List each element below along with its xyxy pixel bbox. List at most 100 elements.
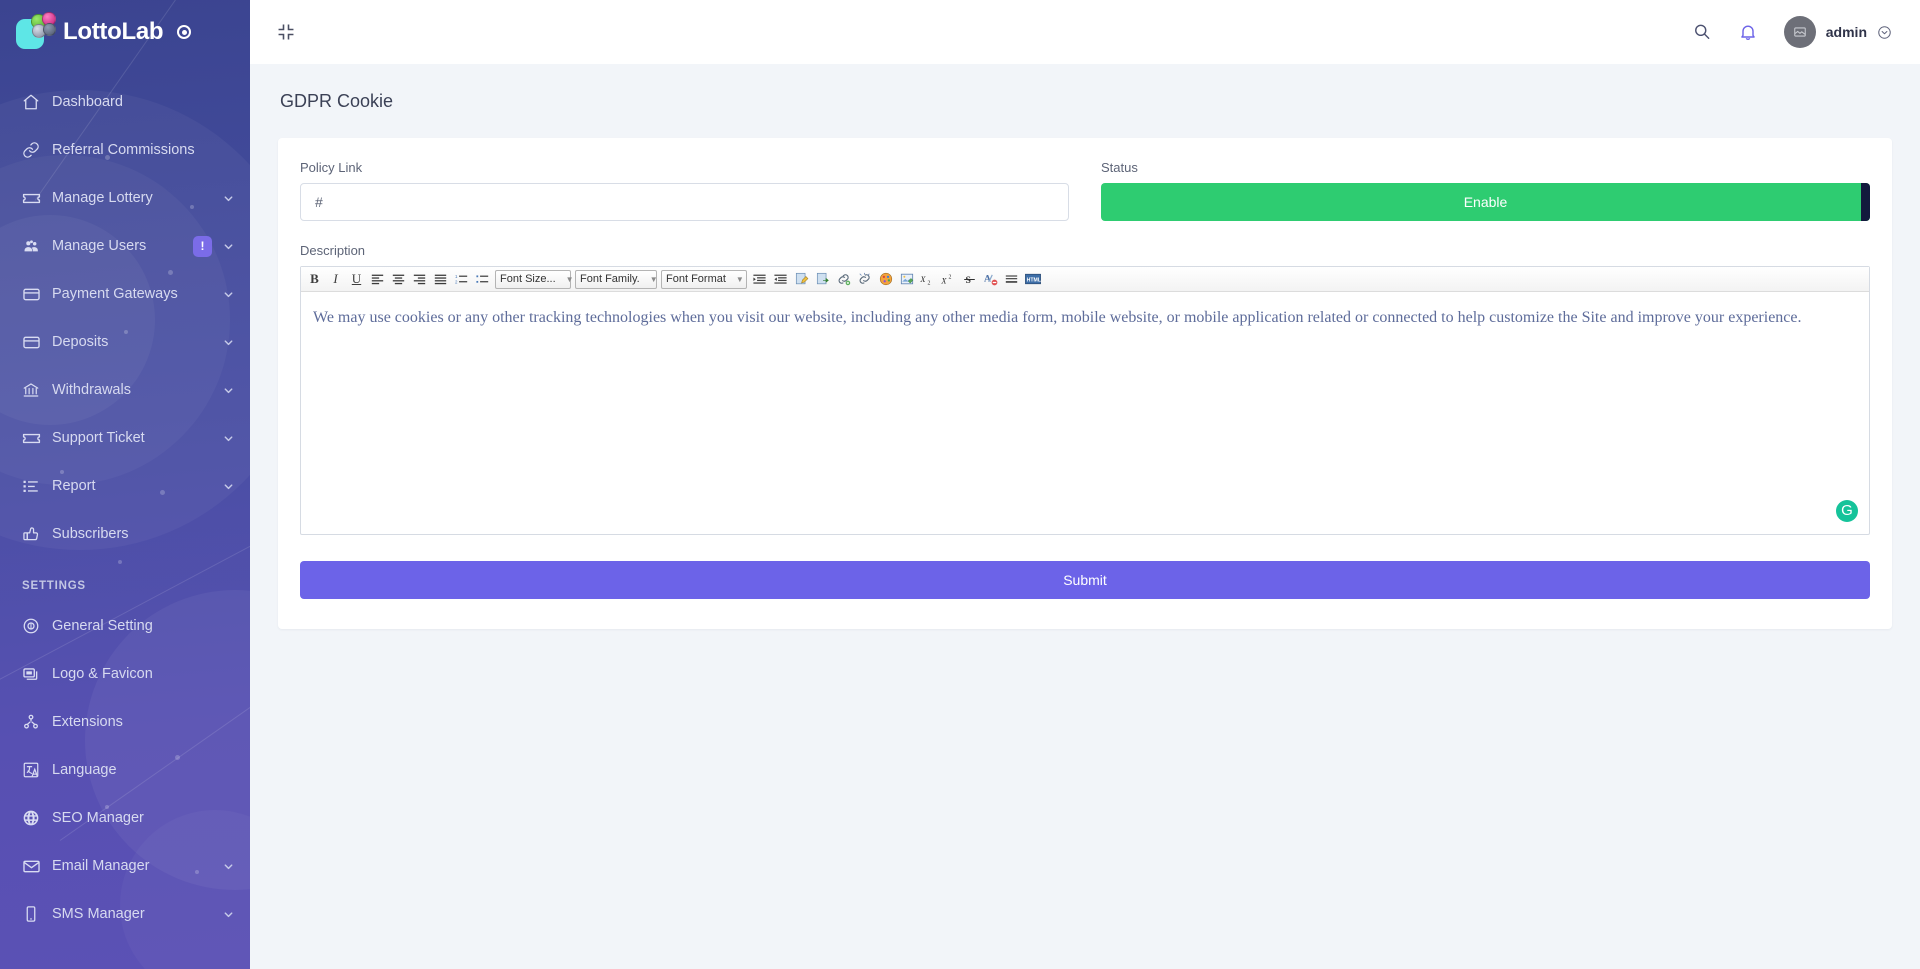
page-content: GDPR Cookie Policy Link Status Enable (250, 64, 1920, 969)
user-menu[interactable]: admin (1783, 16, 1892, 48)
chevron-down-icon[interactable] (223, 289, 234, 300)
sidebar-item-sms-manager[interactable]: SMS Manager (0, 890, 250, 938)
chevron-down-icon[interactable] (223, 909, 234, 920)
indent-icon[interactable] (749, 269, 770, 290)
app-root: LottoLab Dashboard Referral Commissions (0, 0, 1920, 969)
italic-button[interactable]: I (325, 269, 346, 290)
svg-text:2: 2 (928, 280, 931, 286)
font-size-label: Font Size... (500, 273, 556, 285)
sidebar-item-general-setting[interactable]: General Setting (0, 602, 250, 650)
sidebar-item-deposits[interactable]: Deposits (0, 318, 250, 366)
collapse-icon[interactable] (276, 22, 296, 42)
toggle-knob[interactable] (1861, 183, 1870, 221)
sidebar-item-seo-manager[interactable]: SEO Manager (0, 794, 250, 842)
remove-format-icon[interactable]: A (980, 269, 1001, 290)
user-name: admin (1825, 24, 1867, 40)
bold-button[interactable]: B (304, 269, 325, 290)
policy-link-group: Policy Link (300, 160, 1069, 221)
sidebar-item-label: Support Ticket (52, 430, 145, 446)
sidebar-item-label: SEO Manager (52, 810, 144, 826)
sidebar-item-label: General Setting (52, 618, 153, 634)
gear-icon (22, 617, 52, 635)
insert-link-icon[interactable] (833, 269, 854, 290)
sidebar-item-manage-lottery[interactable]: Manage Lottery (0, 174, 250, 222)
status-toggle-label: Enable (1463, 194, 1508, 210)
chevron-down-icon: ▼ (735, 274, 744, 284)
insert-document-icon[interactable] (791, 269, 812, 290)
sidebar-item-label: Manage Users (52, 238, 147, 254)
sidebar-item-logo-favicon[interactable]: Logo & Favicon (0, 650, 250, 698)
sidebar-item-report[interactable]: Report (0, 462, 250, 510)
font-family-select[interactable]: Font Family. ▼ (575, 269, 658, 289)
users-icon (22, 237, 52, 256)
sidebar-item-dashboard[interactable]: Dashboard (0, 78, 250, 126)
svg-text:S: S (965, 274, 971, 285)
sidebar-item-referral-commissions[interactable]: Referral Commissions (0, 126, 250, 174)
status-toggle-button[interactable]: Enable (1101, 183, 1870, 221)
topbar: admin (250, 0, 1920, 64)
font-format-select[interactable]: Font Format ▼ (661, 269, 747, 289)
home-icon (22, 93, 52, 111)
export-document-icon[interactable] (812, 269, 833, 290)
brand-mark-icon (14, 11, 56, 53)
description-label: Description (300, 243, 366, 258)
insert-image-icon[interactable] (896, 269, 917, 290)
chevron-down-icon[interactable] (223, 241, 234, 252)
sidebar-item-support-ticket[interactable]: Support Ticket (0, 414, 250, 462)
subscript-button[interactable]: X2 (917, 269, 938, 290)
ordered-list-icon[interactable]: 12 (451, 269, 472, 290)
font-size-select[interactable]: Font Size... ▼ (495, 269, 574, 289)
sidebar-item-label: Logo & Favicon (52, 666, 153, 682)
chevron-down-icon[interactable] (223, 861, 234, 872)
unordered-list-icon[interactable] (472, 269, 493, 290)
grammarly-icon[interactable]: G (1836, 500, 1858, 522)
record-icon[interactable] (177, 25, 192, 39)
sidebar-item-label: Email Manager (52, 858, 150, 874)
html-source-icon[interactable]: HTML (1022, 269, 1043, 290)
search-icon[interactable] (1692, 22, 1712, 42)
sidebar-item-language[interactable]: Language (0, 746, 250, 794)
status-badge: ! (193, 235, 212, 257)
globe-icon (22, 809, 52, 827)
submit-button[interactable]: Submit (300, 561, 1870, 599)
svg-text:1: 1 (455, 273, 458, 278)
align-justify-icon[interactable] (430, 269, 451, 290)
sidebar: LottoLab Dashboard Referral Commissions (0, 0, 250, 969)
bell-icon[interactable] (1738, 22, 1758, 42)
brand-name: LottoLab (63, 18, 164, 45)
chevron-down-icon[interactable] (223, 337, 234, 348)
chevron-down-icon[interactable] (223, 433, 234, 444)
color-palette-icon[interactable] (875, 269, 896, 290)
remove-link-icon[interactable] (854, 269, 875, 290)
rich-text-editor: B I U 1 2 Font Size... ▼ Font Family. ▼ … (300, 266, 1870, 535)
sidebar-item-label: Subscribers (52, 526, 129, 542)
policy-link-input[interactable] (300, 183, 1069, 221)
strikethrough-button[interactable]: S (959, 269, 980, 290)
status-group: Status Enable (1101, 160, 1870, 221)
underline-button[interactable]: U (346, 269, 367, 290)
language-icon (22, 761, 52, 779)
sidebar-item-label: Report (52, 478, 96, 494)
superscript-button[interactable]: X2 (938, 269, 959, 290)
align-center-icon[interactable] (388, 269, 409, 290)
page-title: GDPR Cookie (280, 91, 394, 111)
sidebar-item-email-manager[interactable]: Email Manager (0, 842, 250, 890)
align-right-icon[interactable] (409, 269, 430, 290)
chevron-down-circle-icon[interactable] (1877, 25, 1892, 40)
editor-content-area[interactable]: We may use cookies or any other tracking… (301, 292, 1869, 534)
chevron-down-icon[interactable] (223, 385, 234, 396)
outdent-icon[interactable] (770, 269, 791, 290)
chevron-down-icon[interactable] (223, 193, 234, 204)
sidebar-item-extensions[interactable]: Extensions (0, 698, 250, 746)
horizontal-rule-icon[interactable] (1001, 269, 1022, 290)
sidebar-item-manage-users[interactable]: Manage Users ! (0, 222, 250, 270)
font-family-label: Font Family. (580, 273, 640, 285)
sidebar-item-withdrawals[interactable]: Withdrawals (0, 366, 250, 414)
align-left-icon[interactable] (367, 269, 388, 290)
sidebar-item-subscribers[interactable]: Subscribers (0, 510, 250, 558)
brand-logo[interactable]: LottoLab (0, 0, 250, 64)
chevron-down-icon[interactable] (223, 481, 234, 492)
sidebar-item-label: Referral Commissions (52, 142, 195, 158)
sidebar-item-payment-gateways[interactable]: Payment Gateways (0, 270, 250, 318)
link-icon (22, 141, 52, 159)
